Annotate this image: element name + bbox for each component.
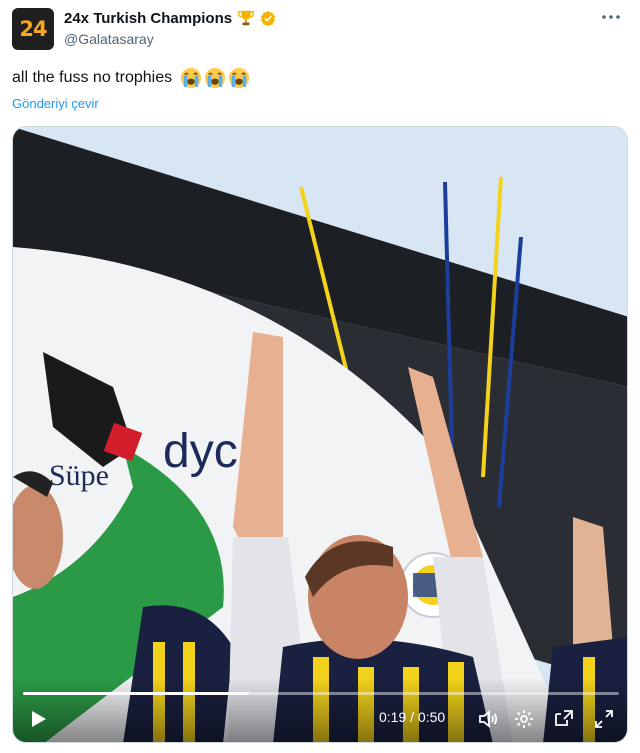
trophy-icon: [238, 10, 254, 26]
name-row: 24x Turkish Champions: [64, 8, 276, 28]
loudly-crying-face-emoji-icon: [181, 67, 202, 89]
video-controls: 0:19 / 0:50: [13, 678, 627, 742]
board-text-dyc: dyc: [163, 425, 238, 478]
display-name[interactable]: 24x Turkish Champions: [64, 10, 232, 27]
video-frame: Süpe dyc: [13, 127, 627, 742]
picture-in-picture-icon[interactable]: [553, 708, 575, 730]
avatar-logo-text: 24: [19, 17, 47, 41]
tweet-text: all the fuss no trophies: [12, 69, 173, 86]
play-icon[interactable]: [27, 708, 49, 730]
translate-post-link[interactable]: Gönderiyi çevir: [12, 96, 99, 111]
user-handle[interactable]: @Galatasaray: [64, 31, 154, 47]
time-label: 0:19 / 0:50: [379, 709, 446, 725]
loudly-crying-face-emoji-icon: [205, 67, 226, 89]
verified-badge-icon[interactable]: [260, 10, 276, 26]
avatar[interactable]: 24: [12, 8, 54, 50]
volume-icon[interactable]: [477, 708, 499, 730]
progress-fill: [23, 692, 250, 695]
emoji-group: [180, 67, 250, 89]
more-horizontal-icon[interactable]: [600, 9, 622, 25]
settings-icon[interactable]: [513, 708, 535, 730]
progress-bar[interactable]: [23, 692, 619, 695]
tweet-header: 24 24x Turkish Champions @Galatasaray: [0, 0, 640, 60]
fullscreen-icon[interactable]: [593, 708, 615, 730]
loudly-crying-face-emoji-icon: [229, 67, 250, 89]
tweet-body: all the fuss no trophies: [12, 67, 250, 89]
video-player[interactable]: Süpe dyc 0:19 / 0:50: [12, 126, 628, 743]
